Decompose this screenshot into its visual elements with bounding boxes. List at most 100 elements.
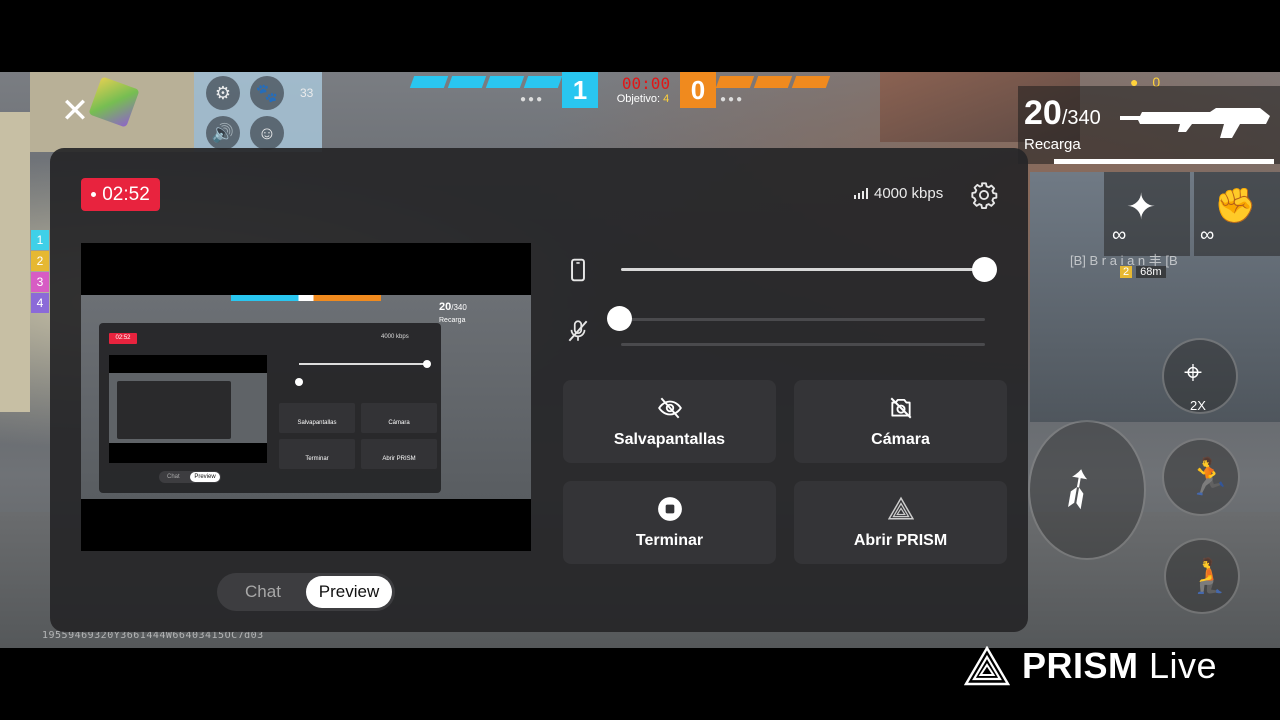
preview-tab-preview: Preview xyxy=(190,472,220,482)
map-marker-icon xyxy=(88,76,140,128)
crouch-button[interactable]: 🧎 xyxy=(1164,538,1240,614)
player-rank: 2 xyxy=(1120,266,1133,278)
fire-button[interactable]: ➶ xyxy=(1028,420,1146,560)
ammo-bar xyxy=(1054,159,1274,164)
team-orange-dots: ●●● xyxy=(720,94,745,105)
infinite-symbol: ∞ xyxy=(1200,224,1215,246)
preview-btn: Abrir PRISM xyxy=(361,439,437,469)
recording-dot-icon xyxy=(91,192,97,197)
crosshair-icon: ⌖ xyxy=(1184,354,1203,390)
preview-tabs: Chat Preview xyxy=(159,471,221,483)
close-icon[interactable]: ✕ xyxy=(56,92,94,130)
camera-off-icon xyxy=(890,397,911,418)
preview-rec-badge: 02:52 xyxy=(109,333,137,344)
open-prism-button[interactable]: Abrir PRISM xyxy=(794,481,1007,564)
stop-label: Terminar xyxy=(635,531,704,549)
tab-preview[interactable]: Preview xyxy=(306,576,392,608)
preview-btn: Salvapantallas xyxy=(279,403,355,433)
team-slot: 2 xyxy=(31,251,49,271)
watermark-text: PRISM Live xyxy=(1022,645,1217,687)
ammo-count: 20/340 xyxy=(1024,94,1101,133)
settings-gear-icon[interactable] xyxy=(970,181,998,209)
preview-bitrate: 4000 kbps xyxy=(381,334,409,340)
settings-gear-icon[interactable]: ⚙ xyxy=(206,76,240,110)
recording-time: 02:52 xyxy=(102,183,150,205)
preview-score-bar xyxy=(231,295,381,301)
ammo-total: /340 xyxy=(1061,107,1101,129)
skill-shuriken-slot[interactable]: ✦ ∞ xyxy=(1104,172,1190,256)
preview-tab-chat: Chat xyxy=(167,474,180,480)
match-timer: 00:00 xyxy=(621,74,671,93)
open-prism-label: Abrir PRISM xyxy=(853,531,948,549)
player-distance: 68m xyxy=(1136,266,1166,278)
ping-value: 33 xyxy=(300,86,314,100)
preview-slider-knob-2 xyxy=(295,378,303,386)
score-bar: ●●● 1 00:00 Objetivo: 4 0 ●●● xyxy=(409,72,872,110)
preview-ammo: 20/340 xyxy=(439,301,467,313)
stream-preview: 20/340 Recarga 02:52 4000 kbps Salvapant… xyxy=(81,243,531,551)
preview-btn: Terminar xyxy=(279,439,355,469)
building-wall xyxy=(0,112,30,412)
preview-slider-knob-1 xyxy=(423,360,431,368)
infinite-symbol: ∞ xyxy=(1112,224,1127,246)
bitrate-indicator: 4000 kbps xyxy=(854,185,943,202)
score-orange: 0 xyxy=(680,72,716,108)
bullet-icon: ➶ xyxy=(1041,450,1113,526)
sound-icon[interactable]: 🔊 xyxy=(206,116,240,150)
screensaver-button[interactable]: Salvapantallas xyxy=(563,380,776,463)
camera-button[interactable]: Cámara xyxy=(794,380,1007,463)
mic-muted-icon[interactable] xyxy=(565,318,591,344)
preview-overlay-panel: 02:52 4000 kbps Salvapantallas Cámara Te… xyxy=(99,323,441,493)
scope-label: 2X xyxy=(1190,398,1206,413)
prism-watermark-logo-icon xyxy=(964,646,1010,686)
team-slot-list: 1 2 3 4 xyxy=(31,230,49,314)
preview-btn: Cámara xyxy=(361,403,437,433)
ammo-current: 20 xyxy=(1024,94,1062,132)
watermark-brand: PRISM xyxy=(1022,645,1139,686)
objective-text: Objetivo: 4 xyxy=(608,93,678,105)
quick-buttons-area: ⚙ 🐾 🔊 ☺ 33 xyxy=(194,72,322,152)
jump-button[interactable]: 🏃 xyxy=(1162,438,1240,516)
mic-level-track xyxy=(621,343,985,346)
bitrate-value: 4000 kbps xyxy=(874,185,944,202)
screensaver-off-icon xyxy=(657,397,682,418)
pet-paw-icon[interactable]: 🐾 xyxy=(250,76,284,110)
preview-ammo-current: 20 xyxy=(439,301,452,313)
stop-icon xyxy=(657,496,682,521)
fist-icon: ✊ xyxy=(1214,187,1257,225)
prism-logo-icon xyxy=(887,496,914,520)
stop-stream-button[interactable]: Terminar xyxy=(563,481,776,564)
preview-inner-preview xyxy=(109,355,267,463)
phone-icon xyxy=(571,258,585,282)
team-slot: 4 xyxy=(31,293,49,313)
screensaver-label: Salvapantallas xyxy=(613,430,726,448)
running-soldier-icon: 🏃 xyxy=(1186,456,1231,497)
team-slot: 3 xyxy=(31,272,49,292)
team-blue-health xyxy=(409,76,563,88)
team-blue-dots: ●●● xyxy=(520,94,545,105)
emote-icon[interactable]: ☺ xyxy=(250,116,284,150)
skill-fist-slot[interactable]: ✊ ∞ xyxy=(1194,172,1280,256)
rifle-icon xyxy=(1120,108,1270,138)
device-volume-knob[interactable] xyxy=(972,257,997,282)
view-tabs: Chat Preview xyxy=(217,573,395,611)
preview-ammo-total: /340 xyxy=(451,303,467,312)
mic-volume-track[interactable] xyxy=(621,318,985,321)
team-slot: 1 xyxy=(31,230,49,250)
preview-nested-panel xyxy=(117,381,231,439)
scope-button[interactable]: ⌖ 2X xyxy=(1162,338,1238,414)
preview-reload: Recarga xyxy=(439,317,466,324)
minimap[interactable] xyxy=(30,72,194,152)
tab-chat[interactable]: Chat xyxy=(221,576,305,608)
preview-slider-1 xyxy=(299,363,427,365)
reload-label: Recarga xyxy=(1024,136,1081,153)
shuriken-icon: ✦ xyxy=(1126,186,1157,227)
player-marker: 2 68m xyxy=(1120,266,1166,278)
objective-label: Objetivo: xyxy=(616,93,661,105)
camera-label: Cámara xyxy=(871,430,930,448)
recording-badge: 02:52 xyxy=(81,178,160,211)
watermark-live: Live xyxy=(1149,645,1218,686)
mic-volume-knob[interactable] xyxy=(607,306,632,331)
device-volume-track[interactable] xyxy=(621,268,985,271)
objective-value: 4 xyxy=(663,93,670,105)
